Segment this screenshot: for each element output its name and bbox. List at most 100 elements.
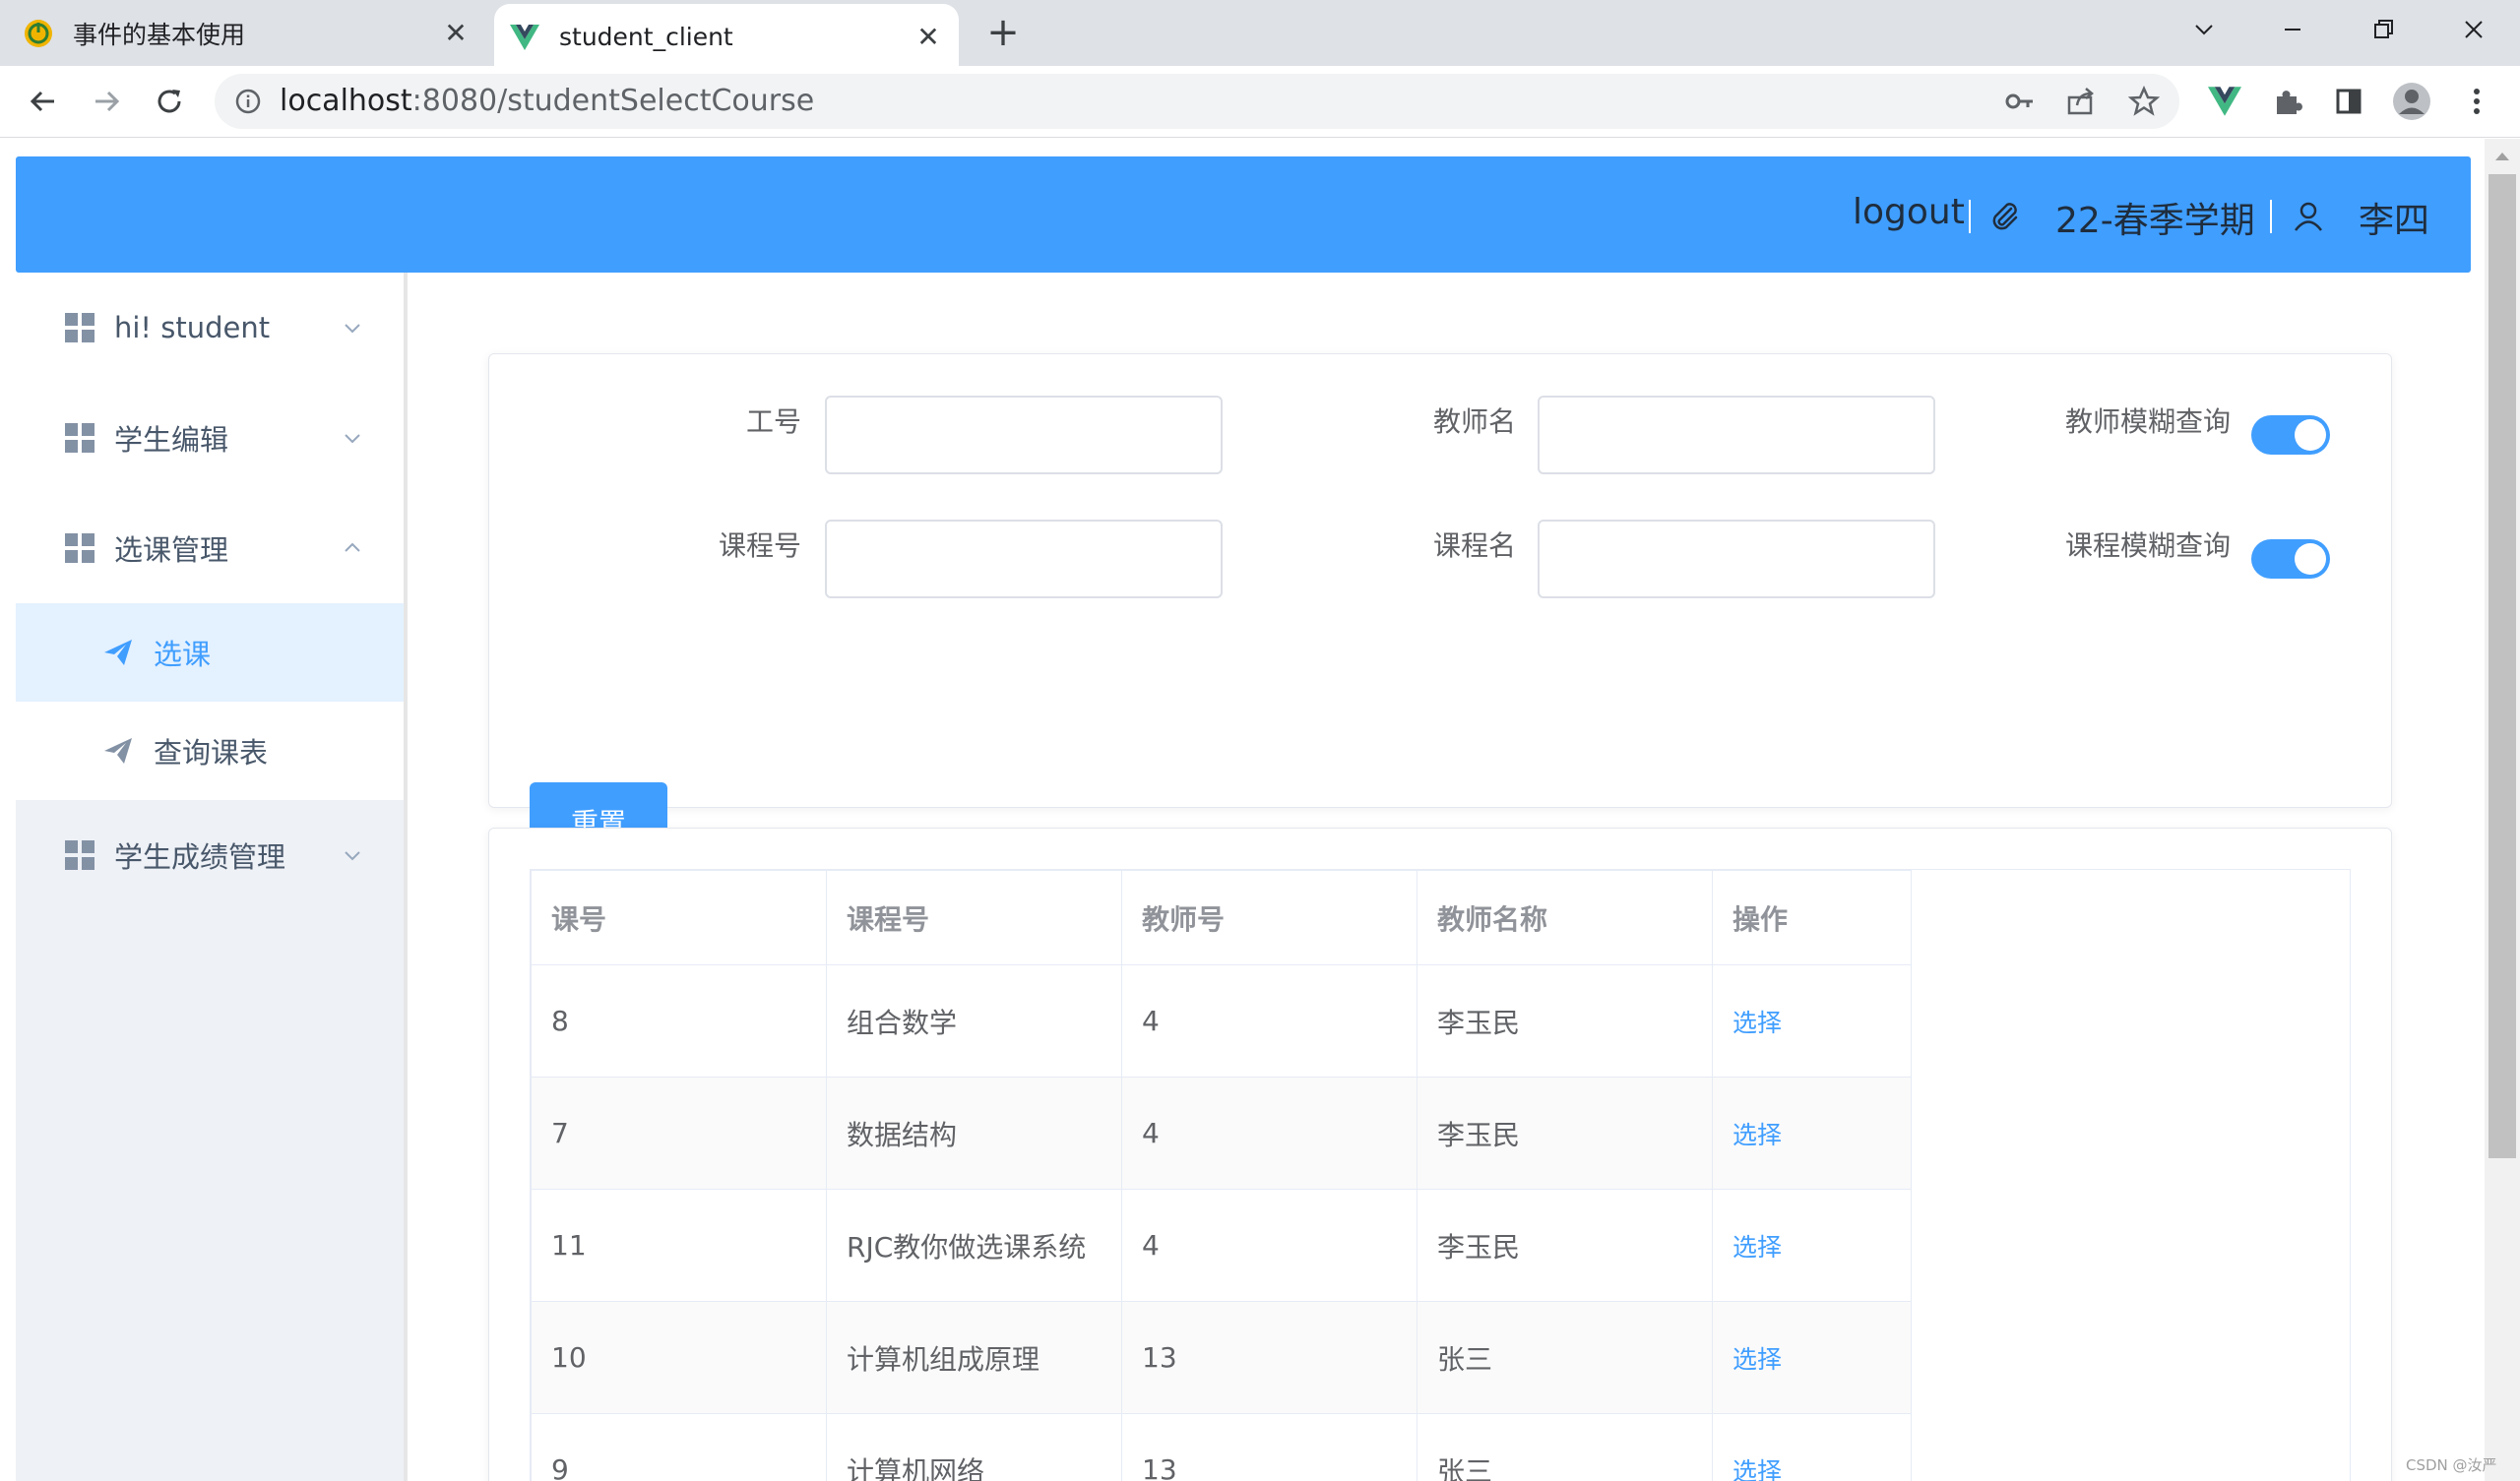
semester-label: 22-春季学期 [2055,201,2255,241]
course-fuzzy-label: 课程模糊查询 [2064,529,2231,562]
sidebar: hi! student 学生编辑 选课管理 选课 查询课表 学生成绩管理 [16,273,408,1481]
side-panel-icon[interactable] [2327,80,2370,123]
cell-teacher-id: 4 [1121,964,1418,1078]
column-header: 课程号 [826,870,1122,965]
table-header-row: 课号 课程号 教师号 教师名称 操作 [531,870,1912,965]
cell-course: 组合数学 [826,964,1122,1078]
plus-icon[interactable]: + [980,10,1026,55]
share-icon[interactable] [2059,80,2103,123]
scrollbar-thumb[interactable] [2488,174,2516,1158]
course-no-label: 课程号 [718,529,801,562]
top-header: logout 22-春季学期 李四 [16,156,2471,273]
chevron-down-icon[interactable] [2179,8,2229,51]
tab-title: 事件的基本使用 [73,20,246,49]
menu-course-management[interactable]: 选课管理 [16,493,404,603]
menu-label: hi! student [114,311,271,344]
forward-arrow-icon[interactable] [85,80,128,123]
cell-action: 选择 [1712,1301,1912,1414]
browser-tab-strip: 事件的基本使用 ✕ student_client ✕ + [0,0,2520,70]
table-row: 9 计算机网络 13 张三 选择 [531,1413,1912,1481]
teacher-name-label: 教师名 [1432,405,1516,438]
column-header: 操作 [1712,870,1912,965]
page-scrollbar[interactable] [2485,139,2520,1481]
username-label: 李四 [2359,201,2430,241]
key-icon[interactable] [1998,80,2042,123]
cell-teacher-id: 13 [1121,1301,1418,1414]
teacher-id-label: 工号 [745,405,801,438]
window-close-icon[interactable] [2449,8,2498,51]
table-wrapper: 课号 课程号 教师号 教师名称 操作 8 组合数学 4 李玉民 选择 7 数据结 [530,869,2351,1481]
grid-icon [65,423,94,453]
course-fuzzy-toggle[interactable] [2251,539,2330,579]
close-icon[interactable]: ✕ [439,17,472,50]
address-bar[interactable]: localhost:8080/studentSelectCourse [215,74,2179,129]
chevron-down-icon [345,434,360,444]
cell-action: 选择 [1712,964,1912,1078]
watermark: CSDN @汝严 [2406,1456,2497,1474]
select-link[interactable]: 选择 [1732,1009,1782,1037]
info-icon[interactable] [234,88,262,115]
cell-course: 计算机网络 [826,1413,1122,1481]
reload-icon[interactable] [148,80,191,123]
submenu-query-timetable[interactable]: 查询课表 [16,702,404,800]
user-icon [2295,202,2322,231]
back-arrow-icon[interactable] [22,80,65,123]
select-link[interactable]: 选择 [1732,1121,1782,1149]
column-header: 教师号 [1121,870,1418,965]
cell-action: 选择 [1712,1413,1912,1481]
paperclip-icon [1992,203,2018,230]
column-header: 课号 [531,870,827,965]
header-divider [2270,200,2272,233]
restore-icon[interactable] [2359,8,2408,51]
browser-tab-active[interactable]: student_client ✕ [494,4,959,70]
cell-teacher: 张三 [1417,1413,1713,1481]
vue-favicon [510,24,539,50]
kebab-menu-icon[interactable] [2455,80,2498,123]
menu-student-edit[interactable]: 学生编辑 [16,383,404,493]
tab-title: student_client [559,23,733,51]
submenu-label: 选课 [154,638,212,671]
course-name-input[interactable] [1538,520,1935,598]
submenu-label: 查询课表 [154,736,269,770]
submenu-select-course[interactable]: 选课 [16,603,404,702]
cell-id: 7 [531,1077,827,1190]
logout-link[interactable]: logout [1853,192,1965,232]
url-host: localhost [280,84,412,118]
table-row: 11 RJC教你做选课系统 4 李玉民 选择 [531,1189,1912,1302]
profile-avatar-icon[interactable] [2390,80,2433,123]
cell-course: 数据结构 [826,1077,1122,1190]
vue-devtools-icon[interactable] [2203,80,2246,123]
course-no-input[interactable] [825,520,1223,598]
cell-action: 选择 [1712,1189,1912,1302]
select-link[interactable]: 选择 [1732,1345,1782,1374]
toggle-knob [2295,543,2326,575]
grid-icon [65,533,94,563]
cell-id: 11 [531,1189,827,1302]
cell-teacher-id: 4 [1121,1189,1418,1302]
course-name-label: 课程名 [1432,529,1516,562]
teacher-fuzzy-label: 教师模糊查询 [2064,405,2231,438]
menu-label: 学生编辑 [114,423,229,457]
table-row: 7 数据结构 4 李玉民 选择 [531,1077,1912,1190]
cell-id: 10 [531,1301,827,1414]
select-link[interactable]: 选择 [1732,1233,1782,1262]
paper-plane-icon [104,738,132,764]
menu-label: 选课管理 [114,533,229,567]
url-text[interactable]: localhost:8080/studentSelectCourse [280,84,814,118]
browser-tab-inactive[interactable]: 事件的基本使用 ✕ [24,0,486,66]
menu-hi-student[interactable]: hi! student [16,273,404,383]
teacher-name-input[interactable] [1538,396,1935,474]
teacher-fuzzy-toggle[interactable] [2251,415,2330,455]
extensions-puzzle-icon[interactable] [2266,80,2309,123]
table-row: 10 计算机组成原理 13 张三 选择 [531,1301,1912,1414]
cell-course: 计算机组成原理 [826,1301,1122,1414]
close-icon[interactable]: ✕ [912,21,945,54]
menu-grade-management[interactable]: 学生成绩管理 [16,800,404,910]
cell-teacher: 张三 [1417,1301,1713,1414]
menu-label: 学生成绩管理 [114,840,286,874]
star-icon[interactable] [2122,80,2166,123]
teacher-id-input[interactable] [825,396,1223,474]
minimize-icon[interactable] [2268,8,2317,51]
select-link[interactable]: 选择 [1732,1457,1782,1481]
scroll-up-arrow-icon[interactable] [2494,151,2510,162]
